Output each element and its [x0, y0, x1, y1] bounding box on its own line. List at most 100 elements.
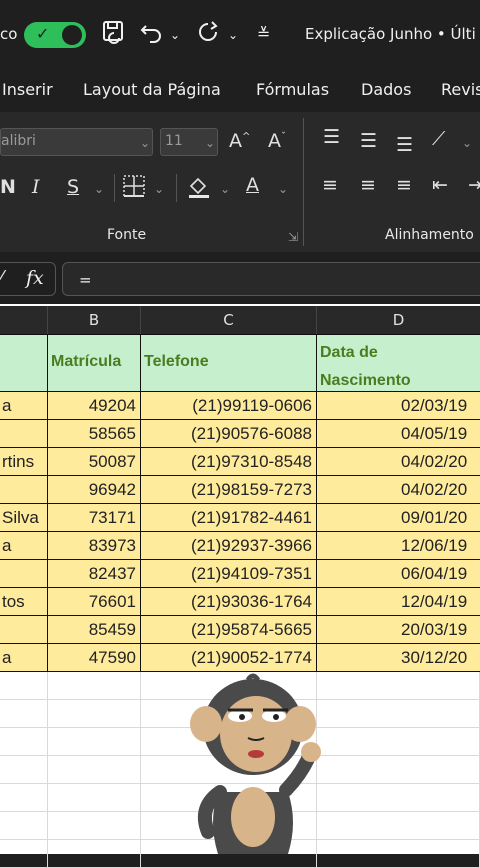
column-header-a[interactable]: [0, 306, 48, 334]
cell-name[interactable]: [0, 560, 48, 588]
empty-cell[interactable]: [48, 784, 141, 812]
decrease-indent-icon[interactable]: ⇤: [432, 174, 448, 196]
orientation-dropdown-icon[interactable]: ⌄: [462, 136, 472, 150]
tab-dados[interactable]: Dados: [361, 80, 411, 99]
cell-matricula[interactable]: 82437: [48, 560, 141, 588]
cell-nascimento[interactable]: 12/04/19: [317, 588, 480, 616]
empty-cell[interactable]: [48, 812, 141, 840]
empty-cell[interactable]: [317, 812, 480, 840]
align-center-icon[interactable]: ≡: [360, 174, 376, 196]
column-header-d[interactable]: D: [317, 306, 480, 334]
autosave-toggle[interactable]: ✓: [24, 22, 86, 48]
header-cell-nascimento[interactable]: Data de Nascimento: [317, 334, 480, 392]
empty-cell[interactable]: [0, 840, 48, 868]
orientation-icon[interactable]: ⟋: [432, 128, 445, 150]
empty-cell[interactable]: [0, 728, 48, 756]
cell-telefone[interactable]: (21)91782-4461: [141, 504, 317, 532]
align-bottom-icon[interactable]: ☰: [396, 134, 413, 156]
cell-matricula[interactable]: 85459: [48, 616, 141, 644]
empty-cell[interactable]: [317, 700, 480, 728]
align-right-icon[interactable]: ≡: [396, 174, 412, 196]
empty-cell[interactable]: [0, 784, 48, 812]
cell-name[interactable]: [0, 616, 48, 644]
align-top-icon[interactable]: ☰: [323, 126, 340, 148]
cell-telefone[interactable]: (21)98159-7273: [141, 476, 317, 504]
cell-telefone[interactable]: (21)94109-7351: [141, 560, 317, 588]
formula-input[interactable]: =: [62, 262, 480, 296]
cell-matricula[interactable]: 73171: [48, 504, 141, 532]
redo-dropdown-icon[interactable]: ⌄: [228, 28, 238, 42]
empty-cell[interactable]: [317, 756, 480, 784]
borders-icon[interactable]: [122, 174, 146, 203]
cell-matricula[interactable]: 58565: [48, 420, 141, 448]
italic-button[interactable]: I: [32, 176, 40, 198]
cell-nascimento[interactable]: 02/03/19: [317, 392, 480, 420]
align-middle-icon[interactable]: ☰: [360, 130, 377, 152]
cell-nascimento[interactable]: 12/06/19: [317, 532, 480, 560]
save-icon[interactable]: [102, 20, 126, 50]
empty-cell[interactable]: [0, 672, 48, 700]
empty-cell[interactable]: [48, 672, 141, 700]
cell-name[interactable]: Silva: [0, 504, 48, 532]
bold-button[interactable]: N: [0, 176, 16, 198]
grow-font-button[interactable]: A^: [229, 130, 250, 152]
empty-cell[interactable]: [317, 672, 480, 700]
borders-dropdown-icon[interactable]: ⌄: [154, 182, 164, 196]
empty-cell[interactable]: [0, 812, 48, 840]
cell-telefone[interactable]: (21)92937-3966: [141, 532, 317, 560]
cell-nascimento[interactable]: 04/05/19: [317, 420, 480, 448]
cell-name[interactable]: a: [0, 532, 48, 560]
empty-cell[interactable]: [317, 784, 480, 812]
tab-formulas[interactable]: Fórmulas: [256, 80, 329, 99]
tab-revisao[interactable]: Revis: [441, 80, 480, 99]
fill-color-dropdown-icon[interactable]: ⌄: [220, 182, 230, 196]
cell-matricula[interactable]: 83973: [48, 532, 141, 560]
undo-dropdown-icon[interactable]: ⌄: [170, 28, 180, 42]
insert-function-icon[interactable]: fx: [26, 267, 44, 289]
underline-dropdown-icon[interactable]: ⌄: [94, 182, 104, 196]
cell-telefone[interactable]: (21)90576-6088: [141, 420, 317, 448]
customize-icon[interactable]: ≚: [257, 24, 270, 43]
cell-telefone[interactable]: (21)99119-0606: [141, 392, 317, 420]
cell-telefone[interactable]: (21)95874-5665: [141, 616, 317, 644]
empty-cell[interactable]: [317, 728, 480, 756]
font-dialog-launcher-icon[interactable]: ⇲: [288, 230, 298, 244]
cell-nascimento[interactable]: 06/04/19: [317, 560, 480, 588]
undo-icon[interactable]: [140, 20, 166, 50]
empty-cell[interactable]: [48, 700, 141, 728]
cell-name[interactable]: a: [0, 392, 48, 420]
cell-matricula[interactable]: 76601: [48, 588, 141, 616]
tab-inserir[interactable]: Inserir: [2, 80, 53, 99]
header-cell-matricula[interactable]: Matrícula: [48, 334, 141, 392]
font-name-dropdown-icon[interactable]: ⌄: [140, 136, 150, 150]
shrink-font-button[interactable]: Aˇ: [268, 130, 286, 152]
font-color-dropdown-icon[interactable]: ⌄: [278, 182, 288, 196]
redo-icon[interactable]: [196, 20, 222, 50]
align-left-icon[interactable]: ≡: [322, 174, 338, 196]
cell-nascimento[interactable]: 04/02/20: [317, 448, 480, 476]
empty-cell[interactable]: [0, 700, 48, 728]
empty-cell[interactable]: [48, 840, 141, 868]
header-cell-name[interactable]: [0, 334, 48, 392]
cell-nascimento[interactable]: 30/12/20: [317, 644, 480, 672]
cell-matricula[interactable]: 96942: [48, 476, 141, 504]
cell-name[interactable]: [0, 420, 48, 448]
cell-nascimento[interactable]: 04/02/20: [317, 476, 480, 504]
cell-telefone[interactable]: (21)90052-1774: [141, 644, 317, 672]
enter-check-icon[interactable]: ⁄: [0, 267, 3, 288]
cell-matricula[interactable]: 47590: [48, 644, 141, 672]
cell-name[interactable]: tos: [0, 588, 48, 616]
cell-name[interactable]: [0, 476, 48, 504]
underline-button[interactable]: S: [67, 176, 79, 198]
font-name-input[interactable]: alibri: [0, 128, 153, 156]
cell-name[interactable]: a: [0, 644, 48, 672]
font-color-button[interactable]: A: [246, 174, 259, 196]
increase-indent-icon[interactable]: ⇥: [468, 174, 480, 196]
empty-cell[interactable]: [48, 728, 141, 756]
column-header-c[interactable]: C: [141, 306, 317, 334]
cell-telefone[interactable]: (21)93036-1764: [141, 588, 317, 616]
cell-nascimento[interactable]: 09/01/20: [317, 504, 480, 532]
empty-cell[interactable]: [48, 756, 141, 784]
tab-layout-da-pagina[interactable]: Layout da Página: [83, 80, 221, 99]
cell-telefone[interactable]: (21)97310-8548: [141, 448, 317, 476]
